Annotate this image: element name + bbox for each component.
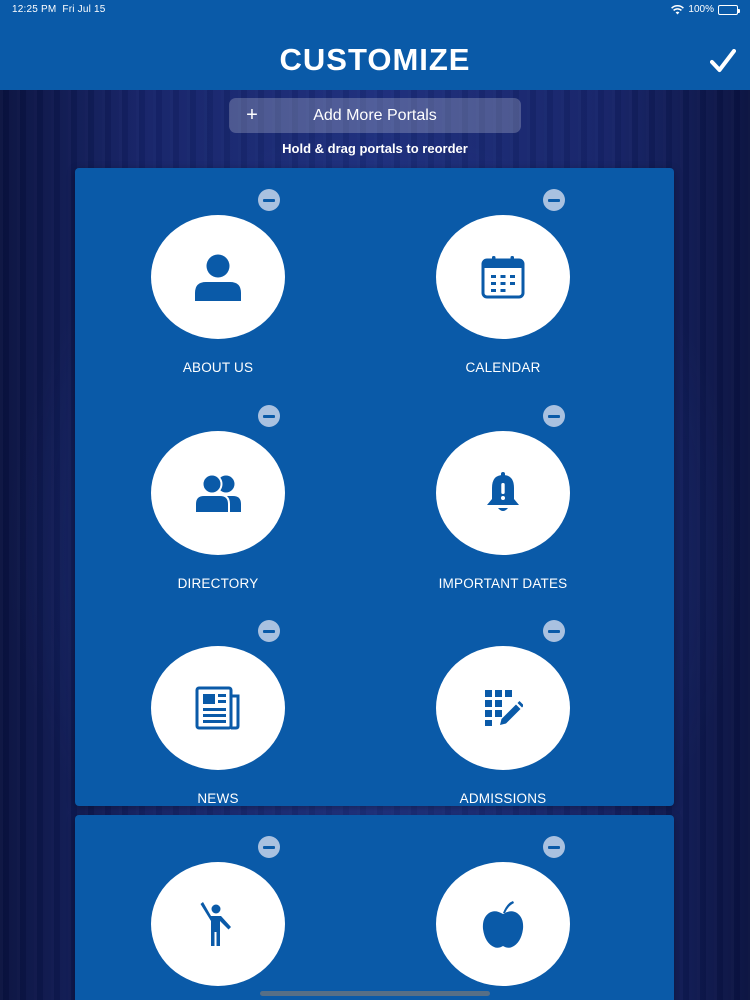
- done-checkmark-button[interactable]: [708, 44, 738, 78]
- portal-important-dates-button[interactable]: [436, 431, 570, 555]
- status-time: 12:25 PM: [12, 4, 57, 15]
- portal-label: DIRECTORY: [177, 576, 259, 591]
- portal-grid-panel: ABOUT US CALENDAR DIRECTORY IMPORTANT DA…: [75, 168, 674, 806]
- apple-icon: [482, 901, 524, 948]
- portal-tile-admissions[interactable]: ADMISSIONS: [403, 599, 603, 806]
- plus-icon: +: [246, 104, 258, 126]
- portal-tile-7[interactable]: [118, 815, 318, 1000]
- checkmark-icon: [710, 49, 736, 72]
- portal-label: ABOUT US: [182, 360, 254, 375]
- home-indicator[interactable]: [260, 991, 490, 996]
- remove-portal-button[interactable]: [543, 405, 565, 427]
- portal-tile-important-dates[interactable]: IMPORTANT DATES: [403, 384, 603, 591]
- remove-portal-button[interactable]: [543, 836, 565, 858]
- remove-portal-button[interactable]: [543, 189, 565, 211]
- remove-portal-button[interactable]: [258, 836, 280, 858]
- remove-portal-button[interactable]: [258, 620, 280, 642]
- portal-grid-panel-2: [75, 815, 674, 1000]
- remove-portal-button[interactable]: [258, 189, 280, 211]
- add-more-portals-label: Add More Portals: [313, 106, 437, 124]
- wifi-icon: [671, 4, 685, 15]
- remove-portal-button[interactable]: [543, 620, 565, 642]
- add-more-portals-button[interactable]: + Add More Portals: [229, 98, 521, 133]
- portal-tile-calendar[interactable]: CALENDAR: [403, 168, 603, 375]
- calendar-icon: [481, 256, 525, 299]
- status-bar-left: 12:25 PM Fri Jul 15: [12, 4, 106, 15]
- portal-8-button[interactable]: [436, 862, 570, 986]
- portal-label: IMPORTANT DATES: [438, 576, 568, 591]
- remove-portal-button[interactable]: [258, 405, 280, 427]
- reorder-hint: Hold & drag portals to reorder: [282, 141, 468, 156]
- portal-admissions-button[interactable]: [436, 646, 570, 770]
- portal-label: NEWS: [197, 791, 239, 806]
- portal-7-button[interactable]: [151, 862, 285, 986]
- portal-tile-directory[interactable]: DIRECTORY: [118, 384, 318, 591]
- header-bar: 12:25 PM Fri Jul 15 100% CUSTOMIZE: [0, 0, 750, 90]
- newspaper-icon: [195, 686, 240, 730]
- status-date: Fri Jul 15: [62, 4, 106, 15]
- portal-about-us-button[interactable]: [151, 215, 285, 339]
- portal-tile-8[interactable]: [403, 815, 603, 1000]
- battery-percent: 100%: [688, 4, 714, 15]
- portal-directory-button[interactable]: [151, 431, 285, 555]
- people-icon: [194, 473, 241, 513]
- portal-tile-about-us[interactable]: ABOUT US: [118, 168, 318, 375]
- portal-label: CALENDAR: [465, 360, 541, 375]
- portal-calendar-button[interactable]: [436, 215, 570, 339]
- bell-alert-icon: [487, 472, 519, 511]
- raised-hand-person-icon: [200, 902, 231, 946]
- portal-news-button[interactable]: [151, 646, 285, 770]
- status-bar-right: 100%: [671, 4, 740, 15]
- person-icon: [195, 254, 241, 301]
- battery-icon: [718, 4, 740, 15]
- grid-edit-icon: [485, 690, 523, 726]
- page-title: CUSTOMIZE: [279, 42, 471, 77]
- portal-tile-news[interactable]: NEWS: [118, 599, 318, 806]
- portal-label: ADMISSIONS: [459, 791, 547, 806]
